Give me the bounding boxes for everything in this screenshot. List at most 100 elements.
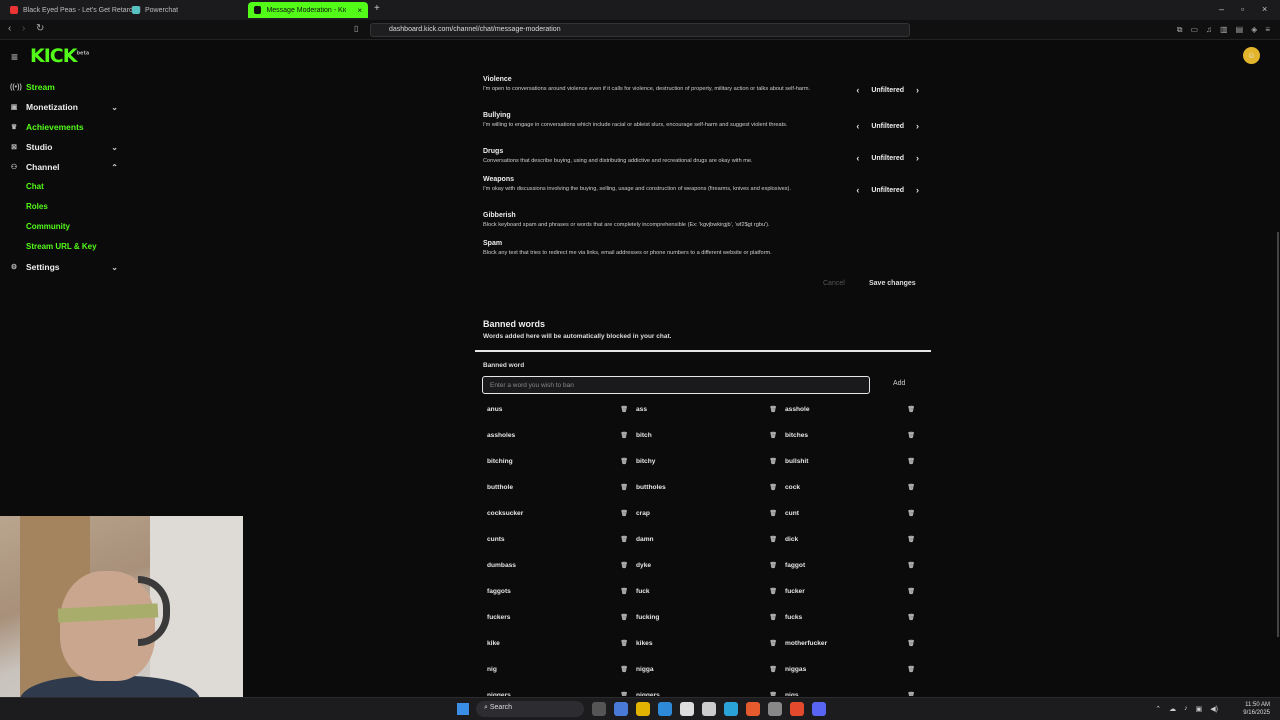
discord-icon[interactable] bbox=[812, 702, 826, 716]
sidebar-icon[interactable]: ▥ bbox=[1220, 25, 1228, 35]
save-changes-button[interactable]: Save changes bbox=[869, 280, 916, 287]
trash-icon[interactable]: 🗑 bbox=[620, 432, 628, 439]
trash-icon[interactable]: 🗑 bbox=[769, 562, 777, 569]
clock[interactable]: 11:50 AM 9/16/2025 bbox=[1243, 701, 1270, 717]
chevron-up-icon[interactable]: ⌃ bbox=[1155, 705, 1161, 713]
trash-icon[interactable]: 🗑 bbox=[907, 432, 915, 439]
chevron-right-icon[interactable]: › bbox=[916, 185, 919, 195]
add-button[interactable]: Add bbox=[893, 380, 905, 387]
network-icon[interactable]: ▣ bbox=[1196, 705, 1203, 713]
sidebar-item-achievements[interactable]: ♛ Achievements bbox=[10, 122, 120, 132]
bookmark-icon[interactable]: ▯ bbox=[354, 24, 358, 33]
trash-icon[interactable]: 🗑 bbox=[620, 536, 628, 543]
reload-icon[interactable]: ↻ bbox=[36, 23, 44, 34]
sidebar-item-channel[interactable]: ⚇ Channel ⌃ bbox=[10, 162, 120, 172]
chevron-right-icon[interactable]: › bbox=[916, 153, 919, 163]
edge-icon[interactable] bbox=[658, 702, 672, 716]
app-icon[interactable] bbox=[768, 702, 782, 716]
trash-icon[interactable]: 🗑 bbox=[769, 666, 777, 673]
trash-icon[interactable]: 🗑 bbox=[769, 406, 777, 413]
browser-tab-active[interactable]: Message Moderation - Kick Das × bbox=[248, 2, 368, 18]
trash-icon[interactable]: 🗑 bbox=[907, 510, 915, 517]
menu-icon[interactable]: ≡ bbox=[1265, 25, 1270, 35]
trash-icon[interactable]: 🗑 bbox=[769, 510, 777, 517]
sidebar-item-studio[interactable]: ⊠ Studio ⌄ bbox=[10, 142, 120, 152]
taskbar-search[interactable]: ⌕ Search bbox=[476, 701, 584, 717]
trash-icon[interactable]: 🗑 bbox=[769, 458, 777, 465]
trash-icon[interactable]: 🗑 bbox=[769, 640, 777, 647]
trash-icon[interactable]: 🗑 bbox=[769, 536, 777, 543]
mic-icon[interactable]: ♪ bbox=[1184, 705, 1188, 713]
app-icon[interactable] bbox=[702, 702, 716, 716]
close-icon[interactable]: × bbox=[357, 6, 362, 15]
sidebar-item-monetization[interactable]: ▣ Monetization ⌄ bbox=[10, 102, 120, 112]
sidebar-item-settings[interactable]: ⚙ Settings ⌄ bbox=[10, 262, 120, 272]
chevron-left-icon[interactable]: ‹ bbox=[856, 153, 859, 163]
trash-icon[interactable]: 🗑 bbox=[769, 588, 777, 595]
trash-icon[interactable]: 🗑 bbox=[907, 588, 915, 595]
chevron-left-icon[interactable]: ‹ bbox=[856, 185, 859, 195]
minimize-icon[interactable]: – bbox=[1219, 4, 1224, 14]
trash-icon[interactable]: 🗑 bbox=[620, 692, 628, 696]
trash-icon[interactable]: 🗑 bbox=[620, 458, 628, 465]
app-icon[interactable] bbox=[614, 702, 628, 716]
trash-icon[interactable]: 🗑 bbox=[620, 406, 628, 413]
trash-icon[interactable]: 🗑 bbox=[620, 640, 628, 647]
trash-icon[interactable]: 🗑 bbox=[907, 640, 915, 647]
trash-icon[interactable]: 🗑 bbox=[620, 484, 628, 491]
windows-start-icon[interactable] bbox=[457, 703, 469, 715]
avatar[interactable]: ☺ bbox=[1243, 47, 1260, 64]
volume-icon[interactable]: ◀) bbox=[1210, 705, 1218, 713]
trash-icon[interactable]: 🗑 bbox=[907, 692, 915, 696]
chevron-right-icon[interactable]: › bbox=[916, 121, 919, 131]
sidebar-sub-chat[interactable]: Chat bbox=[26, 182, 44, 191]
hamburger-icon[interactable]: ≡ bbox=[11, 50, 18, 64]
trash-icon[interactable]: 🗑 bbox=[620, 588, 628, 595]
shield-icon[interactable]: ◈ bbox=[1251, 25, 1257, 35]
trash-icon[interactable]: 🗑 bbox=[620, 510, 628, 517]
sidebar-sub-community[interactable]: Community bbox=[26, 222, 70, 231]
wallet-icon[interactable]: ▤ bbox=[1236, 25, 1244, 35]
trash-icon[interactable]: 🗑 bbox=[620, 562, 628, 569]
forward-icon[interactable]: › bbox=[22, 23, 25, 34]
cancel-button[interactable]: Cancel bbox=[823, 280, 845, 287]
banned-word-input[interactable] bbox=[482, 376, 870, 394]
trash-icon[interactable]: 🗑 bbox=[907, 458, 915, 465]
close-window-icon[interactable]: × bbox=[1262, 4, 1267, 14]
trash-icon[interactable]: 🗑 bbox=[620, 666, 628, 673]
trash-icon[interactable]: 🗑 bbox=[620, 614, 628, 621]
sidebar-item-stream[interactable]: ((•)) Stream bbox=[10, 82, 120, 92]
trash-icon[interactable]: 🗑 bbox=[907, 562, 915, 569]
back-icon[interactable]: ‹ bbox=[8, 23, 11, 34]
trash-icon[interactable]: 🗑 bbox=[907, 666, 915, 673]
trash-icon[interactable]: 🗑 bbox=[769, 484, 777, 491]
scrollbar[interactable] bbox=[1277, 232, 1279, 637]
cloud-icon[interactable]: ☁ bbox=[1169, 705, 1176, 713]
chevron-left-icon[interactable]: ‹ bbox=[856, 85, 859, 95]
url-bar[interactable]: dashboard.kick.com/channel/chat/message-… bbox=[370, 23, 910, 37]
taskview-icon[interactable] bbox=[592, 702, 606, 716]
chevron-right-icon[interactable]: › bbox=[916, 85, 919, 95]
telegram-icon[interactable] bbox=[724, 702, 738, 716]
trash-icon[interactable]: 🗑 bbox=[907, 536, 915, 543]
trash-icon[interactable]: 🗑 bbox=[769, 432, 777, 439]
firefox-icon[interactable] bbox=[746, 702, 760, 716]
sidebar-sub-stream-url-key[interactable]: Stream URL & Key bbox=[26, 242, 97, 251]
kick-logo[interactable]: KICKbeta bbox=[30, 45, 89, 67]
chevron-left-icon[interactable]: ‹ bbox=[856, 121, 859, 131]
trash-icon[interactable]: 🗑 bbox=[907, 406, 915, 413]
browser-tab[interactable]: Powerchat bbox=[126, 2, 184, 18]
trash-icon[interactable]: 🗑 bbox=[769, 614, 777, 621]
trash-icon[interactable]: 🗑 bbox=[907, 484, 915, 491]
trash-icon[interactable]: 🗑 bbox=[907, 614, 915, 621]
store-icon[interactable] bbox=[680, 702, 694, 716]
folder-icon[interactable] bbox=[636, 702, 650, 716]
extension-icon[interactable]: ⧉ bbox=[1177, 25, 1183, 35]
music-icon[interactable]: ♫ bbox=[1206, 25, 1212, 35]
extension-icon[interactable]: ▭ bbox=[1190, 25, 1198, 35]
sidebar-sub-roles[interactable]: Roles bbox=[26, 202, 48, 211]
brave-icon[interactable] bbox=[790, 702, 804, 716]
trash-icon[interactable]: 🗑 bbox=[769, 692, 777, 696]
maximize-icon[interactable]: ▫ bbox=[1241, 4, 1244, 14]
new-tab-icon[interactable]: + bbox=[374, 3, 380, 14]
